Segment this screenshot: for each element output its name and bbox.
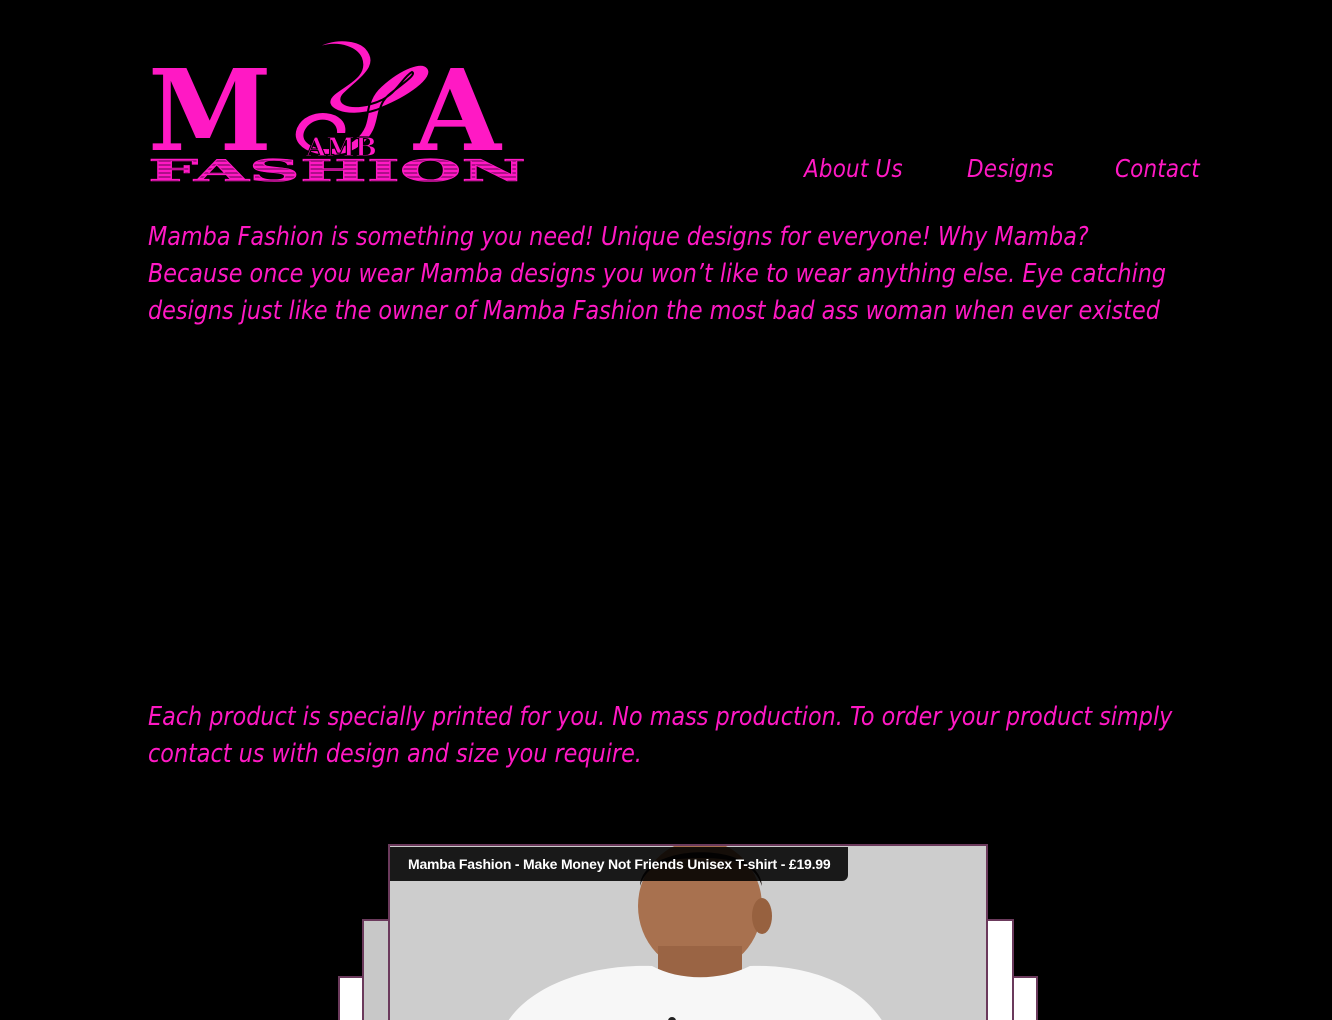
gallery-card-right-back[interactable] <box>1012 976 1038 1020</box>
logo-graphic: M A AMB FASHION <box>147 39 526 189</box>
nav-contact[interactable]: Contact <box>1115 154 1200 183</box>
model-ear <box>752 898 772 934</box>
intro-text: Mamba Fashion is something you need! Uni… <box>148 222 1167 326</box>
product-gallery[interactable]: Mamba Fashion - Make Money Not Friends U… <box>338 844 1038 1020</box>
product-caption: Mamba Fashion - Make Money Not Friends U… <box>390 847 849 881</box>
mamba-fashion-logo[interactable]: M A AMB FASHION <box>146 38 528 189</box>
gallery-card-active[interactable]: Mamba Fashion - Make Money Not Friends U… <box>388 844 988 1020</box>
nav-about-us[interactable]: About Us <box>804 154 903 183</box>
order-instructions-text: Each product is specially printed for yo… <box>148 702 1173 769</box>
gallery-card-right[interactable] <box>986 919 1014 1020</box>
gallery-card-left-back[interactable] <box>338 976 364 1020</box>
nav-designs[interactable]: Designs <box>967 154 1054 183</box>
gallery-card-left[interactable] <box>362 919 390 1020</box>
main-nav: About Us Designs Contact <box>804 154 1214 183</box>
site-header: M A AMB FASHION About Us Designs Contact <box>0 0 1332 200</box>
logo-bottom-text: FASHION <box>148 154 526 184</box>
